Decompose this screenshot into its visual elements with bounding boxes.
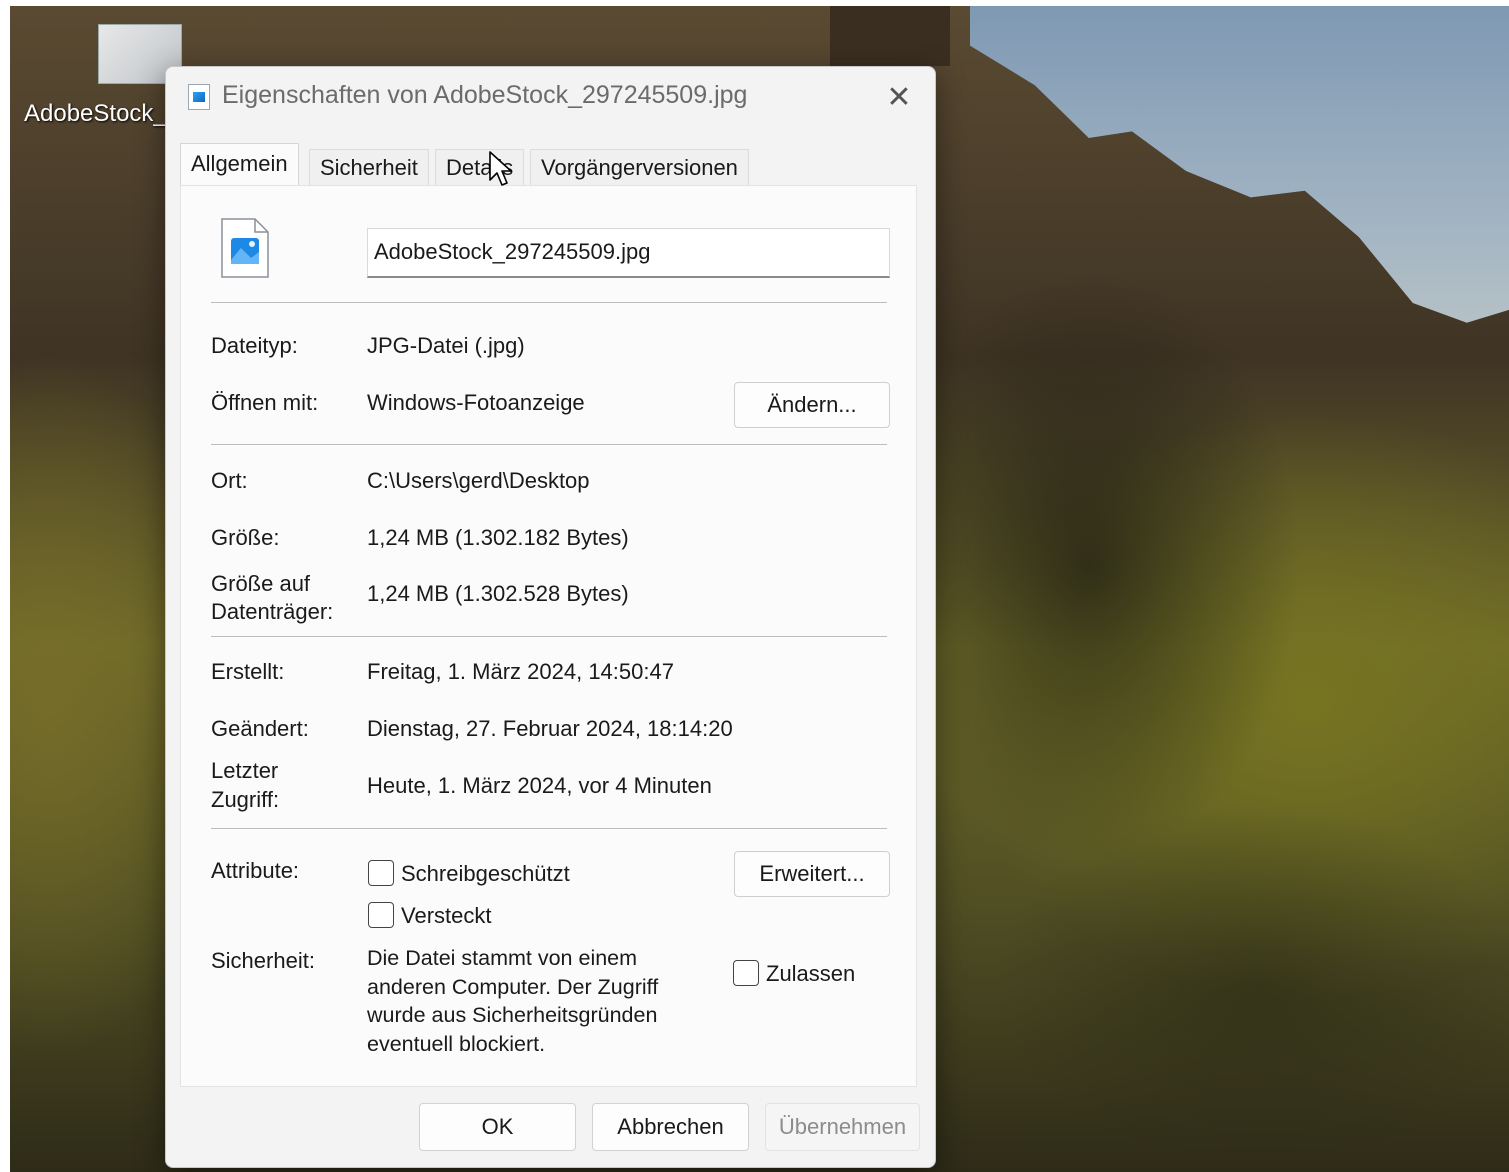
dialog-title: Eigenschaften von AdobeStock_297245509.j…: [222, 81, 748, 109]
close-icon[interactable]: ✕: [878, 79, 920, 115]
dateityp-label: Dateityp:: [211, 333, 298, 358]
image-file-icon: [221, 218, 269, 278]
advanced-button[interactable]: Erweitert...: [734, 851, 890, 897]
general-panel: AdobeStock_297245509.jpg Dateityp: JPG-D…: [180, 185, 917, 1087]
separator: [211, 444, 887, 445]
zugriff-label-2: Zugriff:: [211, 787, 280, 812]
change-button[interactable]: Ändern...: [734, 382, 890, 428]
groesse-label: Größe:: [211, 525, 280, 550]
groesse-disk-value: 1,24 MB (1.302.528 Bytes): [367, 581, 629, 606]
properties-dialog: Eigenschaften von AdobeStock_297245509.j…: [165, 66, 936, 1168]
groesse-disk-label-1: Größe auf: [211, 571, 311, 596]
groesse-value: 1,24 MB (1.302.182 Bytes): [367, 525, 629, 550]
erstellt-value: Freitag, 1. März 2024, 14:50:47: [367, 659, 674, 684]
ort-value: C:\Users\gerd\Desktop: [367, 468, 590, 493]
tab-allgemein[interactable]: Allgemein: [180, 143, 299, 187]
oeffnen-mit-value: Windows-Fotoanzeige: [367, 390, 585, 415]
unblock-label[interactable]: Zulassen: [766, 960, 855, 988]
zugriff-label-1: Letzter: [211, 758, 279, 783]
security-message: Die Datei stammt von einem anderen Compu…: [367, 946, 659, 1056]
apply-button[interactable]: Übernehmen: [765, 1103, 920, 1151]
ok-button[interactable]: OK: [419, 1103, 576, 1151]
ort-label: Ort:: [211, 468, 248, 493]
zugriff-value: Heute, 1. März 2024, vor 4 Minuten: [367, 773, 712, 798]
oeffnen-mit-label: Öffnen mit:: [211, 390, 319, 415]
tab-vorgaengerversionen[interactable]: Vorgängerversionen: [530, 149, 749, 185]
geaendert-label: Geändert:: [211, 716, 309, 741]
filename-input[interactable]: AdobeStock_297245509.jpg: [367, 228, 890, 278]
unblock-checkbox[interactable]: [733, 960, 759, 986]
sicherheit-label: Sicherheit:: [211, 948, 315, 973]
rock-area: [830, 6, 950, 66]
mouse-cursor-icon: [489, 151, 512, 186]
erstellt-label: Erstellt:: [211, 659, 285, 684]
dateityp-value: JPG-Datei (.jpg): [367, 333, 525, 358]
cancel-button[interactable]: Abbrechen: [592, 1103, 749, 1151]
groesse-disk-label-2: Datenträger:: [211, 599, 334, 624]
separator: [211, 636, 887, 637]
sky-area: [970, 6, 1509, 323]
hidden-label[interactable]: Versteckt: [401, 902, 491, 930]
tab-sicherheit[interactable]: Sicherheit: [309, 149, 429, 185]
separator: [211, 302, 887, 303]
title-bar[interactable]: Eigenschaften von AdobeStock_297245509.j…: [166, 67, 935, 127]
geaendert-value: Dienstag, 27. Februar 2024, 18:14:20: [367, 716, 733, 741]
desktop-file-label[interactable]: AdobeStock_: [24, 100, 167, 128]
hidden-checkbox[interactable]: [368, 902, 394, 928]
attribute-label: Attribute:: [211, 858, 300, 883]
readonly-checkbox[interactable]: [368, 860, 394, 886]
image-file-icon: [188, 84, 210, 110]
separator: [211, 828, 887, 829]
readonly-label[interactable]: Schreibgeschützt: [401, 860, 570, 888]
